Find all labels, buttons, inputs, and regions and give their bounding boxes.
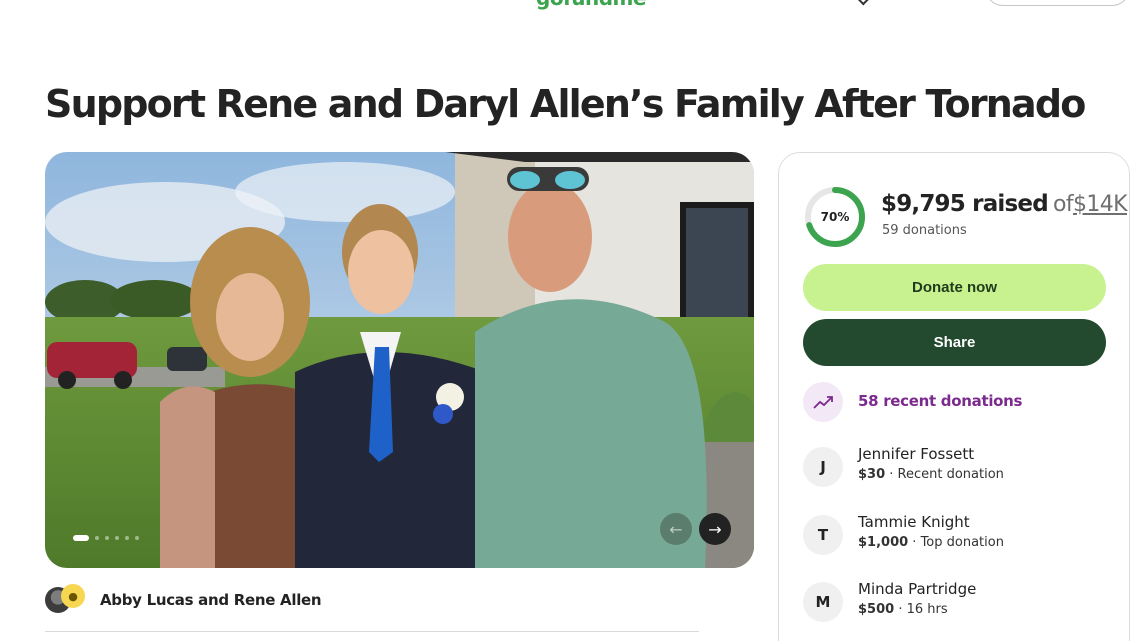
- carousel-indicator[interactable]: [73, 535, 139, 541]
- team-icon: ●: [61, 584, 85, 608]
- donor-avatar: T: [803, 515, 843, 555]
- carousel-dot[interactable]: [115, 536, 119, 540]
- donor-note: · 16 hrs: [894, 602, 948, 617]
- donor-meta: $30 · Recent donation: [858, 467, 1004, 482]
- goal-amount[interactable]: $14K: [1073, 192, 1128, 217]
- carousel-dot-active[interactable]: [73, 535, 89, 541]
- donor-item: T Tammie Knight $1,000 · Top donation: [803, 513, 1123, 557]
- donor-meta: $500 · 16 hrs: [858, 602, 948, 617]
- donor-name: Minda Partridge: [858, 580, 977, 598]
- organizer-row[interactable]: ● Abby Lucas and Rene Allen: [45, 584, 699, 632]
- carousel-dot[interactable]: [135, 536, 139, 540]
- donor-item: M Minda Partridge $500 · 16 hrs: [803, 580, 1123, 624]
- top-header: gofundme: [0, 0, 1140, 12]
- recent-donations-link[interactable]: 58 recent donations: [858, 392, 1022, 410]
- carousel-next-button[interactable]: →: [699, 513, 731, 545]
- organizer-name: Abby Lucas and Rene Allen: [100, 591, 322, 609]
- donor-amount: $1,000: [858, 535, 909, 550]
- donor-amount: $500: [858, 602, 895, 617]
- donor-note: · Top donation: [908, 535, 1004, 550]
- donor-meta: $1,000 · Top donation: [858, 535, 1004, 550]
- carousel-dot[interactable]: [125, 536, 129, 540]
- donor-amount: $30: [858, 467, 886, 482]
- amount-raised: $9,795 raised of$14K: [881, 191, 1128, 217]
- progress-percent: 70%: [820, 210, 850, 224]
- family-photo: [45, 152, 754, 568]
- carousel-dot[interactable]: [95, 536, 99, 540]
- donor-name: Jennifer Fossett: [858, 445, 975, 463]
- trending-up-icon: [803, 382, 843, 422]
- donate-now-button[interactable]: Donate now: [803, 264, 1106, 311]
- donor-name: Tammie Knight: [858, 513, 970, 531]
- donation-count: 59 donations: [882, 223, 967, 238]
- campaign-title: Support Rene and Daryl Allen’s Family Af…: [45, 82, 1086, 126]
- campaign-hero-image[interactable]: ← →: [45, 152, 754, 568]
- carousel-dot[interactable]: [105, 536, 109, 540]
- chevron-down-icon[interactable]: [857, 0, 871, 6]
- donor-avatar: M: [803, 582, 843, 622]
- donor-item: J Jennifer Fossett $30 · Recent donation: [803, 445, 1123, 489]
- donor-note: · Recent donation: [885, 467, 1004, 482]
- carousel-prev-button[interactable]: ←: [660, 513, 692, 545]
- arrow-left-icon: ←: [669, 519, 683, 539]
- donation-card: 70% $9,795 raised of$14K 59 donations Do…: [778, 152, 1130, 641]
- header-button[interactable]: [985, 0, 1130, 6]
- raised-of: of: [1052, 192, 1074, 217]
- gofundme-logo[interactable]: gofundme: [536, 0, 646, 10]
- donor-avatar: J: [803, 447, 843, 487]
- share-button[interactable]: Share: [803, 319, 1106, 366]
- raised-amount: $9,795 raised: [881, 191, 1049, 217]
- arrow-right-icon: →: [708, 519, 722, 539]
